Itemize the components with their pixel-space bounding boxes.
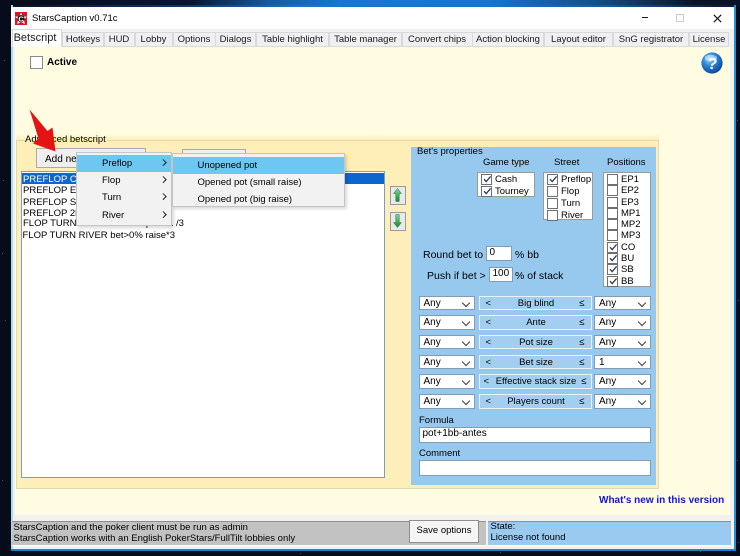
svg-text:?: ?	[707, 56, 719, 74]
svg-text:C: C	[18, 14, 24, 23]
